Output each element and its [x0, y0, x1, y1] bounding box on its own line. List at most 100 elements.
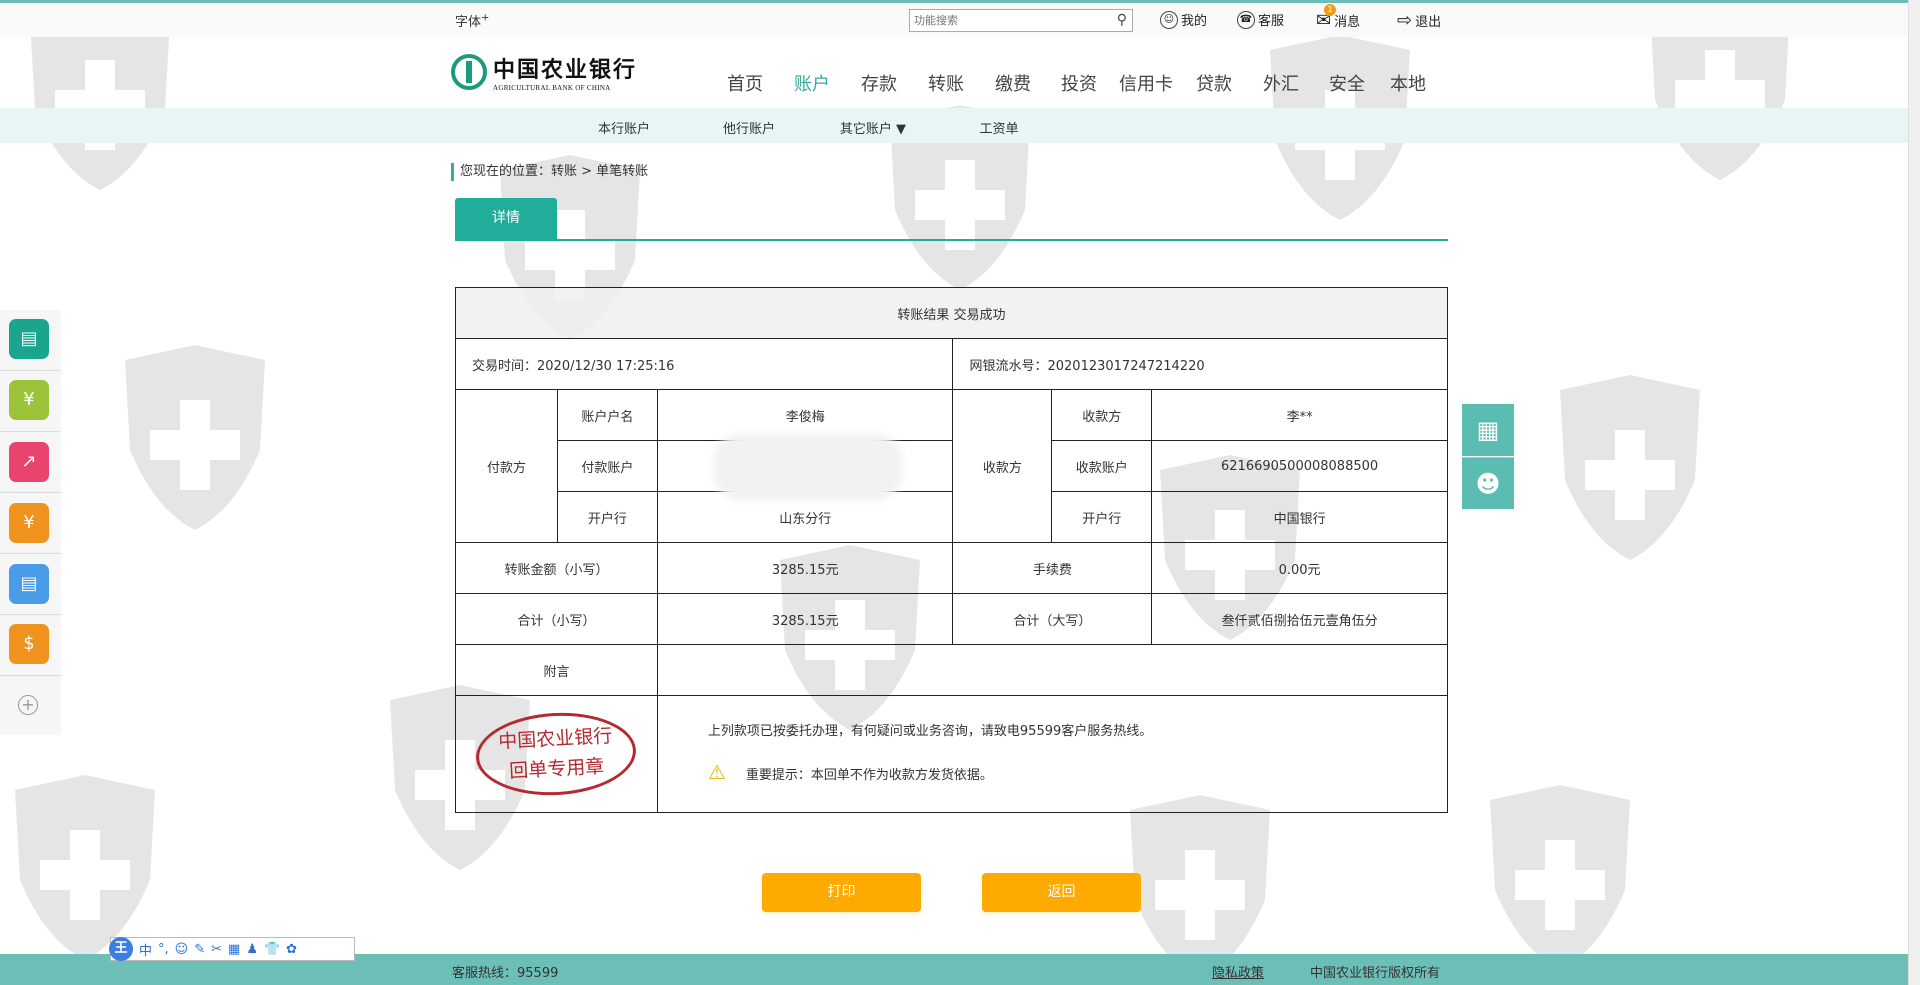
- payer-account: [656, 433, 954, 501]
- abc-emblem-icon: [451, 54, 487, 90]
- payer-label: 付款方: [455, 389, 558, 543]
- tab-details[interactable]: 详情: [455, 198, 557, 239]
- scrollbar[interactable]: [1908, 0, 1920, 985]
- watermark-shield-icon: [1560, 375, 1700, 560]
- watermark-shield-icon: [1130, 795, 1270, 980]
- ime-item[interactable]: ☺: [175, 942, 189, 957]
- nav-home[interactable]: 首页: [727, 70, 763, 96]
- divider: [0, 553, 61, 554]
- divider: [0, 675, 61, 676]
- left-quick-bar: ▤ ¥ ↗ ¥ ▤ $ +: [0, 310, 61, 735]
- logo-cn: 中国农业银行: [493, 57, 638, 83]
- total-label: 合计（小写）: [455, 593, 658, 645]
- bank-stamp: 中国农业银行 回单专用章: [474, 708, 639, 800]
- transaction-time: 交易时间：2020/12/30 17:25:16: [454, 338, 954, 390]
- add-shortcut-icon[interactable]: +: [18, 695, 38, 715]
- coins-icon[interactable]: ¥: [9, 503, 49, 543]
- logo-en: AGRICULTURAL BANK OF CHINA: [493, 84, 611, 92]
- ime-item[interactable]: ✂: [211, 942, 222, 957]
- messages-link[interactable]: ✉ 1 消息: [1316, 4, 1361, 31]
- my-account-link[interactable]: ☺ 我的: [1160, 10, 1207, 29]
- logout-icon: ⇨: [1397, 10, 1413, 31]
- breadcrumb: 您现在的位置：转账 > 单笔转账: [451, 163, 648, 181]
- subnav-other-bank-account[interactable]: 他行账户: [723, 118, 775, 137]
- ime-logo[interactable]: 王: [109, 937, 133, 961]
- payee-bank-label: 开户行: [1051, 491, 1153, 543]
- nav-credit-card[interactable]: 信用卡: [1119, 70, 1173, 96]
- ime-item[interactable]: ✿: [286, 942, 297, 957]
- total: 3285.15元: [656, 593, 954, 645]
- nav-deposit[interactable]: 存款: [861, 70, 897, 96]
- nav-security[interactable]: 安全: [1329, 70, 1365, 96]
- nav-transfer[interactable]: 转账: [928, 70, 964, 96]
- messages-label: 消息: [1334, 15, 1361, 30]
- ime-item[interactable]: 👕: [264, 942, 280, 957]
- memo-label: 附言: [455, 644, 658, 696]
- subnav-other-account[interactable]: 其它账户 ▼: [840, 118, 906, 137]
- nav-account[interactable]: 账户: [794, 70, 830, 96]
- dollar-exchange-icon[interactable]: $: [9, 624, 49, 664]
- ime-item[interactable]: 中: [139, 940, 152, 959]
- card-transfer-icon[interactable]: ▤: [9, 564, 49, 604]
- ime-item[interactable]: ✎: [194, 942, 205, 957]
- subnav-payroll[interactable]: 工资单: [979, 118, 1018, 137]
- e-chart-icon[interactable]: ↗: [9, 442, 49, 482]
- search-icon[interactable]: ⚲: [1117, 12, 1127, 28]
- hotline: 客服热线：95599: [452, 966, 559, 981]
- search-input[interactable]: [910, 10, 1100, 31]
- subnav-own-bank-account[interactable]: 本行账户: [598, 118, 650, 137]
- nav-payment[interactable]: 缴费: [995, 70, 1031, 96]
- print-button[interactable]: 打印: [762, 873, 921, 912]
- user-icon: ☺: [1160, 10, 1178, 29]
- sub-nav-bar: [0, 108, 1908, 143]
- fee-label: 手续费: [952, 542, 1153, 594]
- nav-loan[interactable]: 贷款: [1196, 70, 1232, 96]
- headset-icon: ☎: [1237, 10, 1255, 29]
- message-badge: 1: [1324, 4, 1336, 16]
- watermark-shield-icon: [1490, 785, 1630, 970]
- customer-group-icon[interactable]: ☻: [1462, 457, 1514, 509]
- yuan-exchange-icon[interactable]: ¥: [9, 380, 49, 420]
- nav-investment[interactable]: 投资: [1061, 70, 1097, 96]
- payer-name-label: 账户户名: [556, 389, 658, 441]
- note-service: 上列款项已按委托办理，有何疑问或业务咨询，请致电95599客户服务热线。: [707, 724, 1153, 739]
- payer-bank-label: 开户行: [556, 491, 658, 543]
- memo: [656, 644, 1449, 696]
- payee-bank: 中国银行: [1151, 491, 1448, 543]
- ime-toolbar: 王 中 °, ☺ ✎ ✂ ▦ ♟ 👕 ✿: [109, 937, 355, 961]
- amount-label: 转账金额（小写）: [455, 542, 658, 594]
- watermark-shield-icon: [15, 775, 155, 960]
- privacy-link[interactable]: 隐私政策: [1212, 962, 1264, 981]
- payee-name-label: 收款方: [1051, 389, 1153, 441]
- ime-item[interactable]: ▦: [228, 942, 240, 957]
- redaction-blur: [712, 433, 903, 501]
- total-capital: 叁仟贰佰捌拾伍元壹角伍分: [1151, 593, 1448, 645]
- serial-number: 网银流水号：2020123017247214220: [952, 338, 1448, 390]
- payee-account: 6216690500008088500: [1151, 440, 1448, 492]
- payee-label: 收款方: [952, 389, 1053, 543]
- receipt-title: 转账结果 交易成功: [455, 287, 1448, 339]
- card-account-icon[interactable]: ▤: [9, 319, 49, 359]
- divider: [0, 370, 61, 371]
- payee-account-label: 收款账户: [1051, 440, 1153, 492]
- my-account-label: 我的: [1181, 14, 1208, 29]
- font-size-plus: +: [481, 12, 490, 24]
- amount: 3285.15元: [656, 542, 954, 594]
- ime-item[interactable]: °,: [158, 942, 169, 957]
- customer-service-link[interactable]: ☎ 客服: [1237, 10, 1284, 29]
- ime-item[interactable]: ♟: [246, 942, 258, 957]
- bank-logo[interactable]: 中国农业银行 AGRICULTURAL BANK OF CHINA: [451, 52, 637, 92]
- logout-label: 退出: [1415, 15, 1442, 30]
- nav-forex[interactable]: 外汇: [1263, 70, 1299, 96]
- payee-name: 李**: [1151, 389, 1448, 441]
- logout-link[interactable]: ⇨ 退出: [1397, 10, 1441, 31]
- back-button[interactable]: 返回: [982, 873, 1141, 912]
- divider: [0, 614, 61, 615]
- warning-icon: ⚠: [707, 760, 726, 784]
- copyright: 中国农业银行版权所有: [1310, 966, 1441, 981]
- total-capital-label: 合计（大写）: [952, 593, 1153, 645]
- qr-code-icon[interactable]: ▦: [1462, 404, 1514, 456]
- font-size-toggle[interactable]: 字体+: [455, 11, 489, 30]
- nav-local[interactable]: 本地: [1390, 70, 1426, 96]
- function-search: ⚲: [909, 9, 1133, 32]
